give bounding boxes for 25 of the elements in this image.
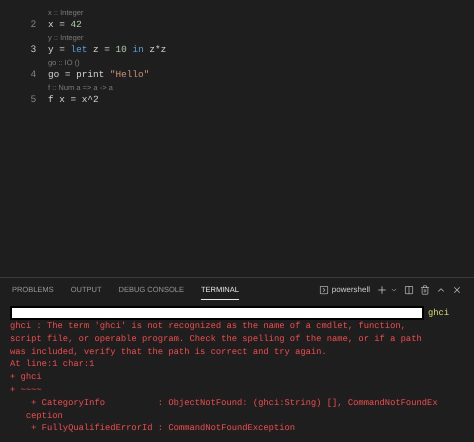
split-icon[interactable]	[404, 285, 414, 295]
line-number: 3	[30, 44, 36, 56]
error-line: + ghci	[10, 371, 43, 384]
error-line: + ~~~~	[10, 384, 43, 397]
code-line: go = print "Hello"	[48, 68, 150, 81]
chevron-down-icon[interactable]	[390, 286, 398, 294]
error-line: At line:1 char:1	[10, 358, 96, 372]
line-number: 4	[30, 68, 36, 81]
error-line: ception	[24, 410, 64, 422]
code-line: f x = x^2	[48, 94, 99, 106]
shell-name[interactable]: powershell	[332, 284, 370, 296]
close-icon[interactable]	[452, 285, 462, 295]
line-number: 5	[30, 94, 36, 106]
line-number: 2	[30, 18, 36, 31]
code-line: x = 42	[48, 18, 82, 31]
code-line: y = let z = 10 in z*z	[48, 44, 166, 56]
add-terminal-icon[interactable]	[376, 284, 388, 296]
trash-icon[interactable]	[420, 285, 430, 295]
error-line: + FullyQualifiedErrorId : CommandNotFoundException	[30, 422, 296, 436]
terminal-icon	[318, 285, 329, 295]
error-line: script file, or operable program. Check the spelling of the name, or if a path	[10, 332, 423, 346]
error-line: was included, verify that the path is correct and try again.	[10, 346, 328, 358]
terminal-command: ghci	[428, 306, 450, 320]
error-line: + CategoryInfo : ObjectNotFound: (ghci:String) [], CommandNotFoundEx	[30, 396, 439, 410]
error-line: ghci : The term 'ghci' is not recognized as the name of a cmdlet, function,	[10, 320, 407, 333]
